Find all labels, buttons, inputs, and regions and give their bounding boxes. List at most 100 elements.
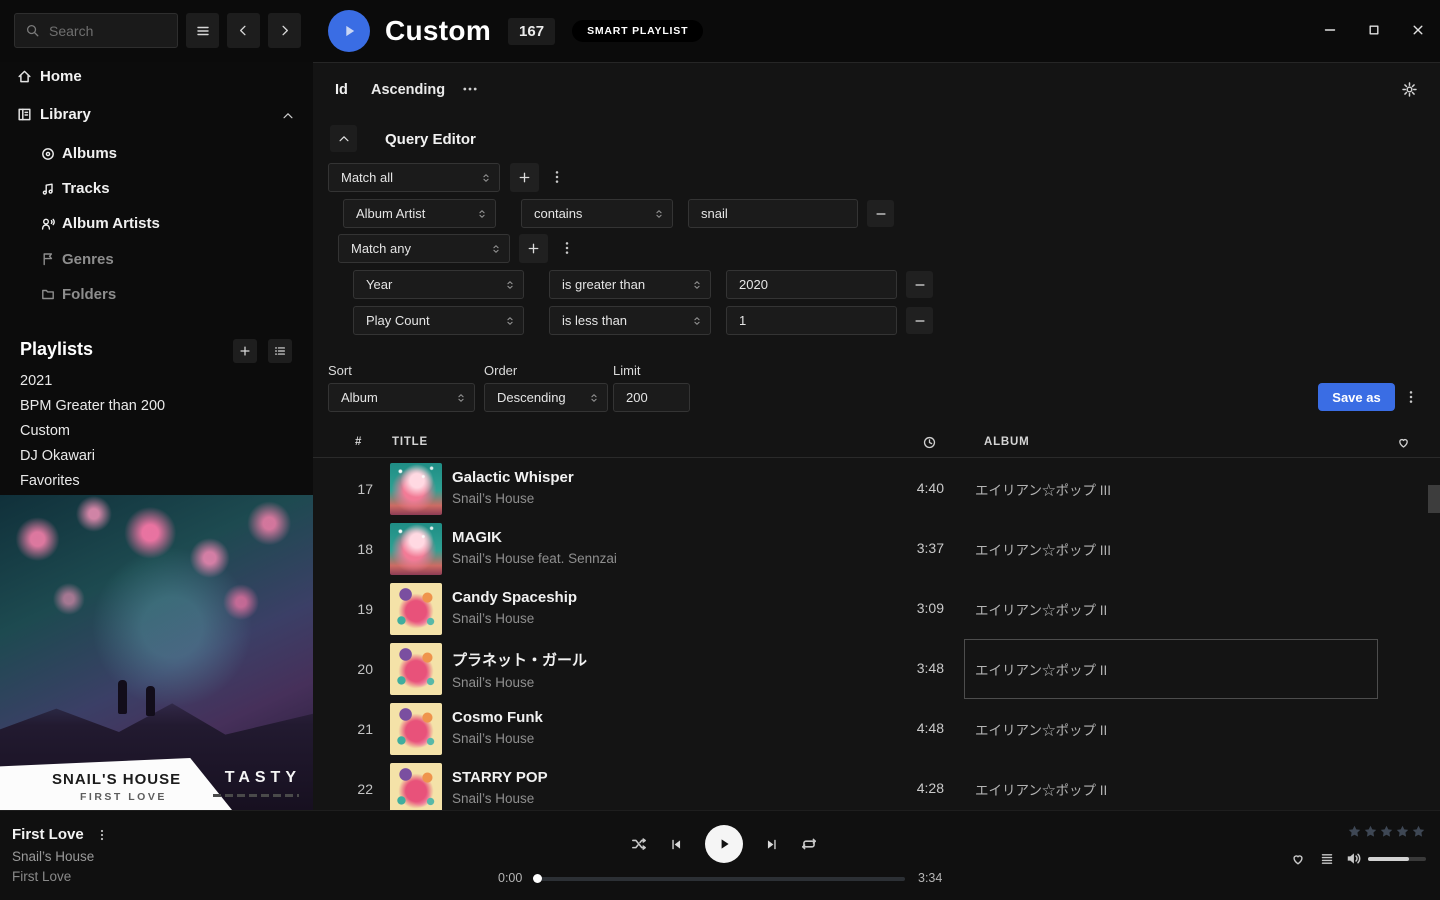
column-album[interactable]: ALBUM xyxy=(984,436,1030,448)
sidebar-item-folders[interactable]: Folders xyxy=(40,286,116,303)
scrollbar-thumb[interactable] xyxy=(1428,485,1440,513)
updown-icon xyxy=(504,315,516,327)
library-icon xyxy=(16,106,33,123)
playlist-item[interactable]: DJ Okawari xyxy=(20,448,95,464)
track-album[interactable]: エイリアン☆ポップ II xyxy=(964,699,1378,759)
sidebar-item-album-artists[interactable]: Album Artists xyxy=(40,215,160,232)
rule-field-select[interactable]: Play Count xyxy=(353,306,524,335)
nav-forward-button[interactable] xyxy=(268,13,301,48)
playlist-item[interactable]: Favorites xyxy=(20,473,80,489)
rating-star[interactable] xyxy=(1347,824,1362,839)
sidebar-item-albums[interactable]: Albums xyxy=(40,145,117,162)
previous-track-button[interactable] xyxy=(669,837,684,852)
group-options-button[interactable] xyxy=(559,240,575,256)
menu-icon xyxy=(195,23,211,39)
sidebar-item-library[interactable]: Library xyxy=(16,106,91,123)
save-options-button[interactable] xyxy=(1403,389,1419,405)
sort-field-button[interactable]: Id xyxy=(335,82,348,98)
column-title[interactable]: TITLE xyxy=(392,436,428,448)
rating-star[interactable] xyxy=(1363,824,1378,839)
add-playlist-button[interactable] xyxy=(233,339,257,363)
volume-icon[interactable] xyxy=(1345,850,1362,867)
add-group-rule-button[interactable] xyxy=(519,234,548,263)
table-row[interactable]: 17Galactic WhisperSnail’s House4:40エイリアン… xyxy=(313,459,1440,519)
queue-button[interactable] xyxy=(1319,851,1335,867)
playlist-item[interactable]: 2021 xyxy=(20,373,52,389)
rule-field-select[interactable]: Year xyxy=(353,270,524,299)
table-row[interactable]: 18MAGIKSnail’s House feat. Sennzai3:37エイ… xyxy=(313,519,1440,579)
sort-select[interactable]: Album xyxy=(328,383,475,412)
elapsed-time: 0:00 xyxy=(498,871,522,885)
table-row[interactable]: 19Candy SpaceshipSnail’s House3:09エイリアン☆… xyxy=(313,579,1440,639)
track-album[interactable]: エイリアン☆ポップ II xyxy=(964,759,1378,810)
playlist-options-button[interactable] xyxy=(268,339,292,363)
play-playlist-button[interactable] xyxy=(328,10,370,52)
library-collapse-icon[interactable] xyxy=(281,109,295,123)
order-select[interactable]: Descending xyxy=(484,383,608,412)
seek-bar[interactable] xyxy=(535,877,905,881)
rule-value-input[interactable]: 2020 xyxy=(726,270,897,299)
close-button[interactable] xyxy=(1410,22,1426,38)
favorite-button[interactable] xyxy=(1290,851,1306,867)
group-match-select[interactable]: Match any xyxy=(338,234,510,263)
track-options-button[interactable] xyxy=(95,828,109,842)
seek-knob[interactable] xyxy=(533,874,542,883)
plus-icon xyxy=(526,241,541,256)
column-favorite-icon[interactable] xyxy=(1396,435,1411,450)
rule-value-input[interactable]: snail xyxy=(688,199,858,228)
repeat-button[interactable] xyxy=(800,835,818,853)
volume-slider[interactable] xyxy=(1368,857,1426,861)
track-duration: 3:09 xyxy=(864,600,944,616)
cover-sublabel xyxy=(213,794,299,797)
sidebar: Home Library Albums Tracks Album Artists Ge… xyxy=(0,62,313,810)
rule-field-select[interactable]: Album Artist xyxy=(343,199,496,228)
play-icon xyxy=(716,836,732,852)
minimize-button[interactable] xyxy=(1322,22,1338,38)
track-album[interactable]: エイリアン☆ポップ III xyxy=(964,459,1378,519)
shuffle-button[interactable] xyxy=(630,835,648,853)
rating-star[interactable] xyxy=(1411,824,1426,839)
transport-controls xyxy=(630,825,818,863)
save-as-button[interactable]: Save as xyxy=(1318,383,1395,411)
remove-rule-button[interactable] xyxy=(906,271,933,298)
settings-button[interactable] xyxy=(1401,81,1418,98)
sidebar-item-home[interactable]: Home xyxy=(16,68,82,85)
play-icon xyxy=(340,22,358,40)
rating-star[interactable] xyxy=(1379,824,1394,839)
nav-back-button[interactable] xyxy=(227,13,260,48)
table-row[interactable]: 20プラネット・ガールSnail’s House3:48エイリアン☆ポップ II xyxy=(313,639,1440,699)
rule-value-input[interactable]: 1 xyxy=(726,306,897,335)
play-pause-button[interactable] xyxy=(705,825,743,863)
maximize-button[interactable] xyxy=(1366,22,1382,38)
track-album[interactable]: エイリアン☆ポップ II xyxy=(964,579,1378,639)
track-album[interactable]: エイリアン☆ポップ III xyxy=(964,519,1378,579)
column-duration-icon[interactable] xyxy=(922,435,937,450)
track-album[interactable]: エイリアン☆ポップ II xyxy=(964,639,1378,699)
next-track-button[interactable] xyxy=(764,837,779,852)
root-match-select[interactable]: Match all xyxy=(328,163,500,192)
rule-operator-select[interactable]: is less than xyxy=(549,306,711,335)
main-content: Id Ascending Query Editor Match all Albu… xyxy=(313,63,1440,810)
now-playing-cover-art: SNAIL'S HOUSE FIRST LOVE TASTY xyxy=(0,495,313,810)
sidebar-item-tracks[interactable]: Tracks xyxy=(40,180,110,197)
table-row[interactable]: 22STARRY POPSnail’s House4:28エイリアン☆ポップ I… xyxy=(313,759,1440,810)
add-rule-button[interactable] xyxy=(510,163,539,192)
remove-rule-button[interactable] xyxy=(867,200,894,227)
limit-input[interactable]: 200 xyxy=(613,383,690,412)
sidebar-item-genres[interactable]: Genres xyxy=(40,251,114,268)
playlist-item[interactable]: Custom xyxy=(20,423,70,439)
query-editor-collapse-button[interactable] xyxy=(330,125,357,152)
menu-button[interactable] xyxy=(186,13,219,48)
track-title: Galactic Whisper xyxy=(452,469,574,486)
search-input[interactable]: Search xyxy=(14,13,178,48)
sort-direction-button[interactable]: Ascending xyxy=(371,82,445,98)
rule-operator-select[interactable]: is greater than xyxy=(549,270,711,299)
column-index[interactable]: # xyxy=(355,436,362,448)
remove-rule-button[interactable] xyxy=(906,307,933,334)
rule-operator-select[interactable]: contains xyxy=(521,199,673,228)
playlist-item[interactable]: BPM Greater than 200 xyxy=(20,398,165,414)
rating-star[interactable] xyxy=(1395,824,1410,839)
table-row[interactable]: 21Cosmo FunkSnail’s House4:48エイリアン☆ポップ I… xyxy=(313,699,1440,759)
more-options-button[interactable] xyxy=(461,80,479,98)
root-group-options-button[interactable] xyxy=(549,169,565,185)
